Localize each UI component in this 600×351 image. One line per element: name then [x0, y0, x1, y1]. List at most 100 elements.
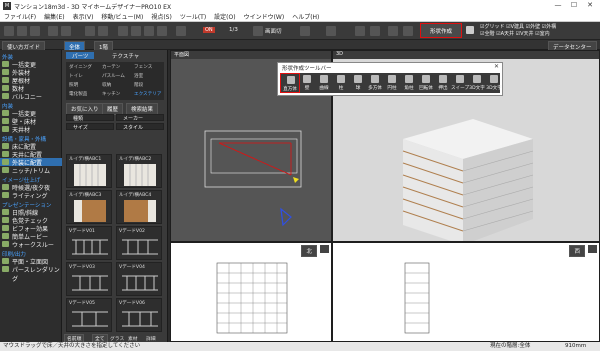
sidebar-item-exterior-material[interactable]: 外装材 — [0, 68, 62, 77]
check-all-floors[interactable]: 全階 — [484, 31, 494, 37]
detail-check[interactable]: 詳細 — [146, 335, 156, 342]
sidebar-item-ceiling[interactable]: 天井材 — [0, 125, 62, 134]
sidebar-item-floor-place[interactable]: 床に配置 — [0, 142, 62, 151]
part-thumbnail[interactable]: ルイデ/横ABC1 — [66, 154, 112, 188]
sidebar-item-before-effect[interactable]: ビフォー効果 — [0, 224, 62, 233]
menu-viewpoint[interactable]: 視点(S) — [151, 12, 172, 21]
category-item-selected[interactable]: エクステリア — [134, 91, 161, 97]
off-toggle-icon[interactable] — [388, 26, 398, 36]
style-dropdown[interactable]: スタイル — [116, 123, 164, 131]
menu-settings[interactable]: 設定(O) — [214, 12, 235, 21]
sidebar-item-bulk-change[interactable]: 一括変更 — [0, 60, 62, 69]
fraction-select[interactable]: 1/3 — [229, 27, 238, 33]
copy-icon[interactable] — [61, 26, 71, 36]
text3d-alt-tool-button[interactable]: 3D文字 — [484, 73, 504, 93]
sidebar-item-walkthrough[interactable]: ウォークスルー — [0, 240, 62, 249]
palette-close-icon[interactable]: ✕ — [494, 63, 499, 70]
measure-icon[interactable] — [326, 26, 336, 36]
expand-icon[interactable] — [588, 245, 597, 253]
category-item[interactable]: キッチン — [102, 91, 120, 97]
sidebar-item-wall-floor[interactable]: 壁・床材 — [0, 117, 62, 126]
sidebar-item-ceiling-place[interactable]: 天井に配置 — [0, 150, 62, 159]
sidebar-item-balcony[interactable]: バルコニー — [0, 92, 62, 101]
sidebar-item-movie[interactable]: 簡単ムービー — [0, 232, 62, 241]
minimize-icon[interactable]: — — [550, 1, 566, 9]
pan-icon[interactable] — [144, 26, 154, 36]
check-exterior-wall[interactable]: 外壁 — [530, 24, 540, 30]
dimension-icon[interactable] — [403, 26, 413, 36]
category-item[interactable]: 階段 — [134, 82, 143, 88]
tab-texture[interactable]: テクスチャ — [106, 52, 145, 60]
check-fittings[interactable]: V建具 — [511, 24, 524, 30]
select-icon[interactable] — [48, 26, 58, 36]
sidebar-item-lighting[interactable]: ライティング — [0, 191, 62, 200]
sidebar-item-time[interactable]: 時候選/夜夕夜 — [0, 183, 62, 192]
category-item[interactable]: 電化製品 — [69, 91, 87, 97]
glass-check[interactable]: グラス — [110, 335, 124, 342]
material-check[interactable]: 素材 — [128, 335, 138, 342]
type-dropdown[interactable]: 種類 — [66, 114, 114, 122]
light-icon[interactable] — [355, 26, 365, 36]
check-v-ceiling[interactable]: V天井 — [520, 31, 533, 37]
sidebar-item-exterior-place[interactable]: 外装に配置 — [0, 158, 62, 167]
pen-icon[interactable] — [466, 26, 474, 34]
expand-icon[interactable] — [320, 245, 329, 253]
check-exterior[interactable]: 外構 — [546, 24, 556, 30]
category-item[interactable]: パスルーム — [102, 73, 125, 79]
menu-help[interactable]: ヘルプ(H) — [292, 12, 319, 21]
close-icon[interactable]: ✕ — [582, 1, 598, 9]
rotate-icon[interactable] — [118, 26, 128, 36]
sidebar-item-color-check[interactable]: 色覚チェック — [0, 216, 62, 225]
part-thumbnail[interactable]: ルイデ/横ABC4 — [116, 190, 162, 224]
sidebar-item-perspective[interactable]: パースレンダリング — [0, 265, 62, 283]
menu-file[interactable]: ファイル(F) — [4, 12, 36, 21]
part-thumbnail[interactable]: ルイデ/横ABC2 — [116, 154, 162, 188]
part-thumbnail[interactable]: Vデ一ドV06 — [116, 298, 162, 332]
category-item[interactable]: トイレ — [69, 73, 83, 79]
camera-icon[interactable] — [157, 26, 167, 36]
maximize-icon[interactable]: ☐ — [566, 1, 582, 9]
check-grid[interactable]: グリッド — [484, 24, 504, 30]
part-thumbnail[interactable]: ルイデ/横ABC3 — [66, 190, 112, 224]
category-item[interactable]: 浴室 — [134, 73, 143, 79]
sidebar-item-interior-bulk[interactable]: 一括変更 — [0, 109, 62, 118]
category-item[interactable]: 照明 — [69, 82, 78, 88]
category-item[interactable]: フェンス — [134, 64, 152, 70]
shape-create-button[interactable]: 形状作成 — [420, 23, 462, 38]
part-thumbnail[interactable]: Vデ一ドV01 — [66, 226, 112, 260]
elevation-viewport-north[interactable]: 北 — [170, 242, 332, 342]
snap-on-badge[interactable]: ON — [203, 27, 215, 33]
screen-icon[interactable] — [253, 26, 263, 36]
redo-icon[interactable] — [98, 26, 108, 36]
save-icon[interactable] — [17, 26, 27, 36]
sidebar-item-niche[interactable]: ニッチ/トリム — [0, 166, 62, 175]
print-icon[interactable] — [30, 26, 40, 36]
sun-icon[interactable] — [370, 26, 380, 36]
undo-icon[interactable] — [85, 26, 95, 36]
menu-view[interactable]: 表示(V) — [73, 12, 94, 21]
part-thumbnail[interactable]: Vデ一ドV02 — [116, 226, 162, 260]
sidebar-item-plan-elevation[interactable]: 平面・立面図 — [0, 257, 62, 266]
sidebar-item-roof-material[interactable]: 屋根材 — [0, 76, 62, 85]
part-thumbnail[interactable]: Vデ一ドV03 — [66, 262, 112, 296]
check-a-ceiling[interactable]: A天井 — [501, 31, 514, 37]
size-dropdown[interactable]: サイズ — [66, 123, 114, 131]
maker-dropdown[interactable]: メーカー — [116, 114, 164, 122]
floor-icon[interactable] — [300, 26, 310, 36]
menu-edit[interactable]: 編集(E) — [44, 12, 64, 21]
elevation-viewport-west[interactable]: 西 — [332, 242, 600, 342]
menu-window[interactable]: ウインドウ(W) — [244, 12, 285, 21]
open-icon[interactable] — [4, 26, 14, 36]
category-item[interactable]: カーテン — [102, 64, 120, 70]
tab-parts[interactable]: パーツ — [66, 52, 95, 60]
screen-switch-label[interactable]: 画面切 — [265, 27, 282, 35]
category-item[interactable]: 収納 — [102, 82, 111, 88]
part-thumbnail[interactable]: Vデ一ドV04 — [116, 262, 162, 296]
sidebar-item-materials[interactable]: 数材 — [0, 84, 62, 93]
check-interior[interactable]: 室内 — [540, 31, 550, 37]
snap-icon[interactable] — [176, 26, 186, 36]
zoom-icon[interactable] — [131, 26, 141, 36]
menu-tools[interactable]: ツール(T) — [180, 12, 206, 21]
category-item[interactable]: ダイニング — [69, 64, 92, 70]
part-thumbnail[interactable]: Vデ一ドV05 — [66, 298, 112, 332]
